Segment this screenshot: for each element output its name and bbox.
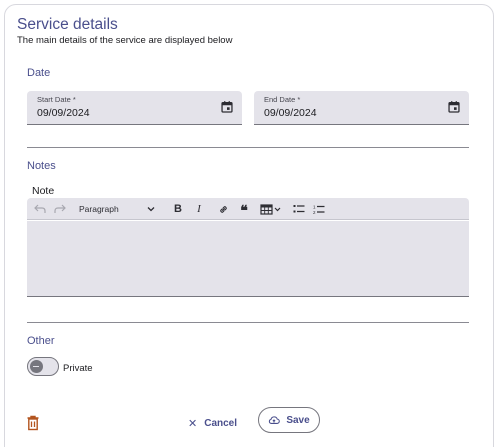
section-divider bbox=[27, 147, 469, 148]
block-format-dropdown[interactable]: Paragraph bbox=[73, 201, 157, 217]
start-date-value[interactable]: 09/09/2024 bbox=[37, 107, 90, 119]
redo-icon[interactable] bbox=[52, 201, 68, 217]
trash-icon[interactable] bbox=[26, 415, 40, 431]
start-date-field[interactable]: Start Date * 09/09/2024 bbox=[27, 91, 242, 125]
bulleted-list-icon[interactable] bbox=[292, 201, 306, 217]
service-details-card: Service details The main details of the … bbox=[4, 4, 494, 447]
note-editor[interactable] bbox=[27, 221, 469, 297]
save-button-label: Save bbox=[286, 414, 310, 426]
cancel-button[interactable]: ✕ Cancel bbox=[188, 413, 237, 433]
numbered-list-icon[interactable]: 12 bbox=[312, 201, 326, 217]
other-section-label: Other bbox=[27, 335, 55, 347]
cloud-upload-icon bbox=[269, 416, 281, 424]
chevron-down-icon bbox=[147, 207, 155, 212]
notes-section-label: Notes bbox=[27, 160, 56, 172]
calendar-icon[interactable] bbox=[447, 100, 461, 114]
svg-text:1: 1 bbox=[313, 204, 316, 209]
start-date-label: Start Date * bbox=[37, 95, 76, 104]
link-icon[interactable] bbox=[215, 201, 231, 217]
toggle-knob bbox=[29, 359, 43, 373]
save-button[interactable]: Save bbox=[258, 407, 320, 433]
end-date-field[interactable]: End Date * 09/09/2024 bbox=[254, 91, 469, 125]
date-section-label: Date bbox=[27, 67, 51, 79]
page-title: Service details bbox=[17, 16, 118, 33]
undo-icon[interactable] bbox=[32, 201, 48, 217]
end-date-label: End Date * bbox=[264, 95, 301, 104]
page-subtitle: The main details of the service are disp… bbox=[17, 35, 233, 46]
end-date-value[interactable]: 09/09/2024 bbox=[264, 107, 317, 119]
cancel-button-label: Cancel bbox=[204, 417, 238, 429]
private-toggle[interactable] bbox=[27, 357, 59, 376]
bold-button[interactable]: B bbox=[171, 201, 185, 217]
note-field-label: Note bbox=[32, 185, 55, 197]
svg-text:2: 2 bbox=[313, 210, 316, 215]
editor-toolbar: Paragraph B I ❝ 12 bbox=[27, 198, 469, 220]
private-toggle-label: Private bbox=[63, 363, 93, 374]
calendar-icon[interactable] bbox=[220, 100, 234, 114]
section-divider bbox=[27, 322, 469, 323]
blockquote-button[interactable]: ❝ bbox=[237, 201, 251, 218]
italic-button[interactable]: I bbox=[192, 201, 206, 217]
block-format-value: Paragraph bbox=[79, 204, 119, 214]
close-icon: ✕ bbox=[188, 417, 198, 430]
table-icon[interactable] bbox=[259, 201, 283, 217]
